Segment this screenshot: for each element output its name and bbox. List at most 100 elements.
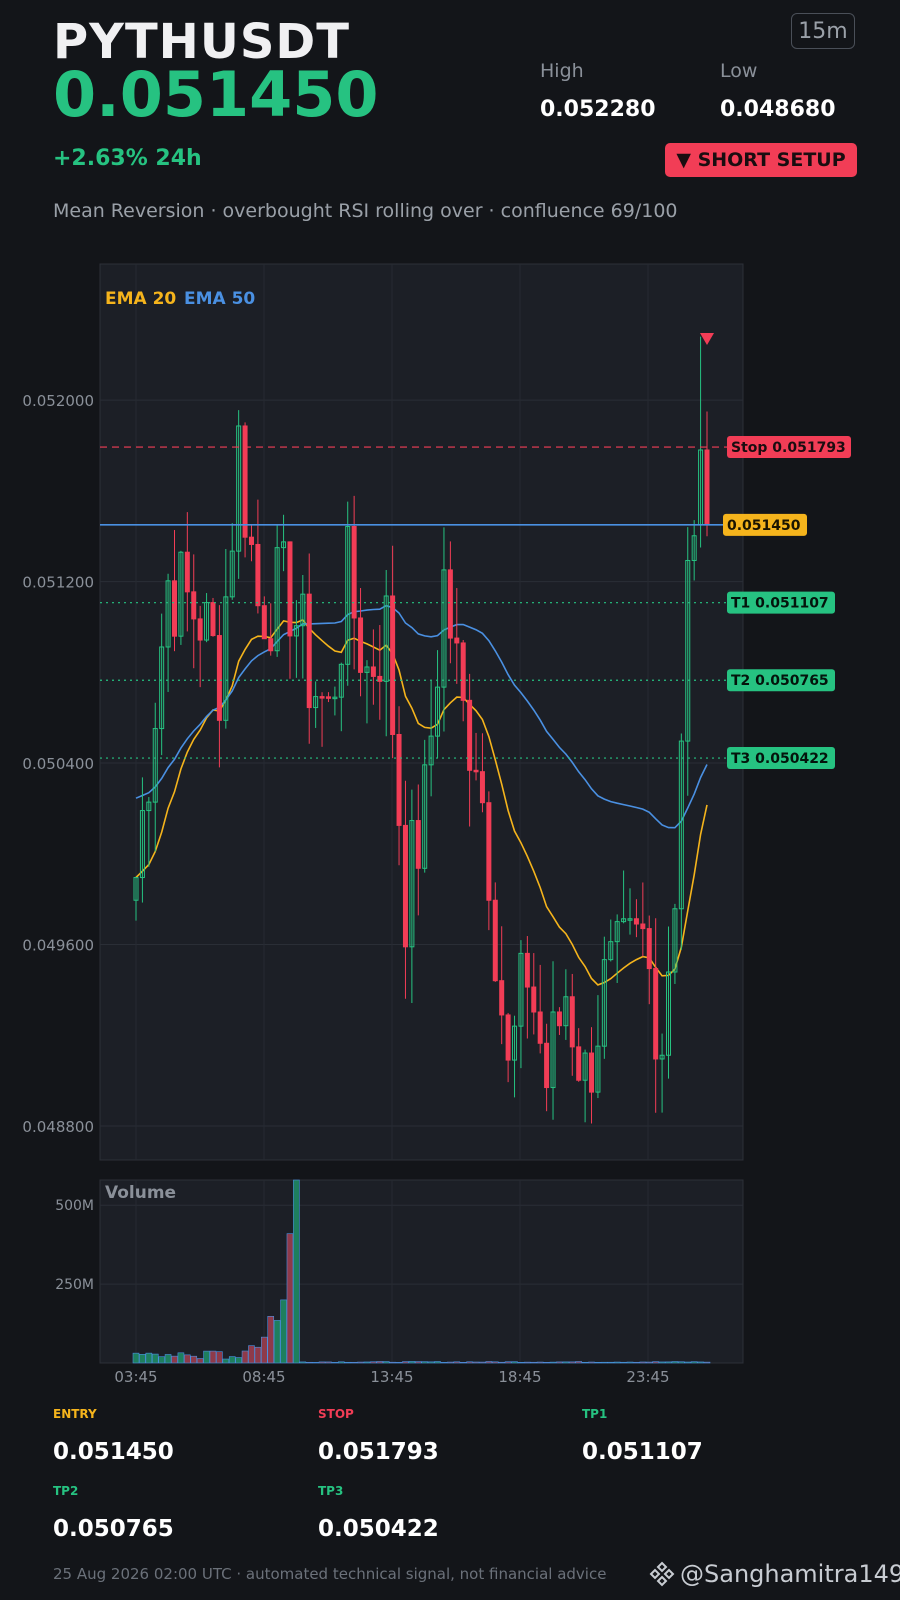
volume-bar — [350, 1361, 358, 1364]
x-tick-label: 08:45 — [242, 1368, 285, 1386]
volume-bar — [556, 1361, 563, 1364]
volume-bar — [562, 1361, 570, 1364]
candle-body — [576, 1046, 582, 1081]
candle-body — [556, 1011, 562, 1027]
candle-body — [537, 1011, 543, 1044]
volume-bar — [190, 1355, 198, 1364]
candle-body — [255, 543, 261, 607]
volume-bar — [658, 1361, 666, 1364]
candle-body — [460, 642, 466, 701]
level-label-tp3: TP3 — [318, 1484, 344, 1498]
candle-body — [544, 1042, 550, 1089]
volume-bar — [536, 1361, 544, 1364]
candle-body — [479, 771, 485, 804]
volume-tick-label: 500M — [55, 1198, 94, 1214]
volume-bar — [459, 1362, 467, 1364]
volume-bar — [222, 1358, 230, 1364]
candle-body — [524, 952, 530, 988]
candle-body — [454, 637, 460, 644]
volume-plot-area — [99, 1179, 744, 1364]
candle-body — [377, 675, 383, 682]
volume-bar — [491, 1361, 499, 1364]
volume-bar — [434, 1361, 441, 1364]
volume-bar — [613, 1361, 621, 1364]
volume-bar — [427, 1361, 435, 1364]
volume-bar — [479, 1361, 486, 1364]
brand-tag: @Sanghamitra149 — [648, 1560, 900, 1588]
candle-body — [351, 525, 357, 619]
volume-bar — [581, 1361, 589, 1364]
volume-bar — [158, 1356, 165, 1364]
volume-bar — [447, 1361, 454, 1364]
volume-bar — [228, 1356, 236, 1364]
volume-bar — [703, 1361, 711, 1364]
x-tick-label: 23:45 — [626, 1368, 669, 1386]
volume-bar — [331, 1362, 339, 1364]
level-value-tp3: 0.050422 — [318, 1516, 439, 1542]
candle-body — [216, 635, 222, 721]
volume-bar — [626, 1361, 634, 1364]
volume-bar — [575, 1361, 582, 1364]
candle-body — [287, 541, 293, 637]
volume-bar — [517, 1362, 525, 1364]
volume-bar — [408, 1361, 416, 1364]
tp1-level-tag-label: T1 0.051107 — [731, 596, 829, 612]
volume-bar — [466, 1361, 473, 1364]
volume-bar — [594, 1361, 602, 1364]
legend-ema20: EMA 20 — [105, 289, 176, 309]
candle-body — [447, 569, 453, 639]
volume-bar — [568, 1361, 576, 1364]
volume-bar — [151, 1353, 159, 1364]
volume-bar — [203, 1350, 210, 1364]
candle-body — [325, 696, 331, 699]
candle-body — [473, 769, 479, 773]
volume-bar — [363, 1361, 371, 1364]
candle-body — [370, 666, 376, 677]
volume-bar — [171, 1355, 178, 1364]
brand-handle: @Sanghamitra149 — [680, 1560, 900, 1588]
footer-note: 25 Aug 2026 02:00 UTC · automated techni… — [53, 1565, 607, 1583]
candle-body — [467, 699, 473, 771]
candle-body — [569, 996, 575, 1048]
volume-bar — [665, 1361, 672, 1364]
candle-body — [492, 899, 498, 982]
x-tick-label: 18:45 — [498, 1368, 541, 1386]
candle-body — [499, 980, 505, 1016]
volume-bar — [273, 1320, 281, 1364]
candle-body — [248, 536, 254, 545]
volume-bar — [305, 1361, 313, 1364]
price-tick-label: 0.048800 — [22, 1118, 94, 1136]
volume-bar — [145, 1352, 153, 1364]
candle-body — [184, 551, 190, 593]
price-tick-label: 0.051200 — [22, 574, 94, 592]
tp2-level-tag-label: T2 0.050765 — [731, 673, 829, 689]
x-tick-label: 03:45 — [114, 1368, 157, 1386]
candle-body — [171, 580, 177, 637]
volume-bar — [280, 1299, 287, 1364]
price-tick-label: 0.052000 — [22, 392, 94, 410]
candle-body — [319, 696, 325, 699]
volume-bar — [498, 1361, 505, 1364]
tp3-level-tag-label: T3 0.050422 — [731, 751, 829, 767]
volume-bar — [639, 1361, 647, 1364]
volume-bar — [652, 1361, 659, 1364]
candle-body — [589, 1052, 595, 1093]
volume-bar — [389, 1361, 396, 1364]
volume-bar — [325, 1361, 332, 1364]
volume-bar — [549, 1361, 557, 1364]
volume-bar — [690, 1361, 698, 1364]
volume-bar — [414, 1361, 422, 1364]
volume-bar — [620, 1361, 627, 1364]
volume-bar — [184, 1354, 191, 1364]
volume-tick-label: 250M — [55, 1277, 94, 1293]
volume-bar — [248, 1345, 255, 1364]
candle-body — [268, 638, 274, 652]
candle-body — [261, 605, 267, 640]
volume-bar — [132, 1352, 140, 1364]
volume-bar — [485, 1361, 493, 1364]
level-value-tp1: 0.051107 — [582, 1439, 703, 1465]
volume-title: Volume — [105, 1183, 176, 1203]
volume-bar — [216, 1351, 223, 1364]
volume-bar — [440, 1362, 448, 1364]
volume-bar — [633, 1361, 640, 1364]
